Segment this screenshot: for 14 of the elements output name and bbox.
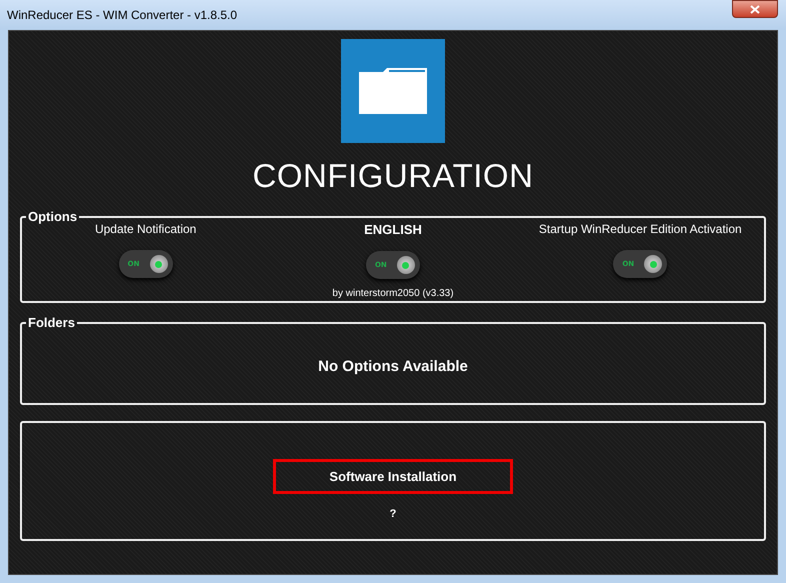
close-icon	[750, 4, 760, 14]
folder-icon	[359, 68, 427, 114]
panel-legend: Options	[26, 209, 80, 224]
option-label: Update Notification	[94, 222, 196, 236]
empty-message: No Options Available	[318, 358, 468, 374]
window-title: WinReducer ES - WIM Converter - v1.8.5.0	[7, 8, 238, 22]
option-label: Startup WinReducer Edition Activation	[538, 222, 742, 236]
help-link[interactable]: ?	[390, 508, 396, 520]
software-installation-button[interactable]: Software Installation	[273, 459, 513, 494]
page-heading: CONFIGURATION	[252, 157, 534, 195]
option-label: ENGLISH	[364, 222, 422, 237]
close-button[interactable]	[732, 0, 778, 18]
credit-text: by winterstorm2050 (v3.33)	[332, 288, 454, 299]
panel-legend: Folders	[26, 315, 77, 330]
